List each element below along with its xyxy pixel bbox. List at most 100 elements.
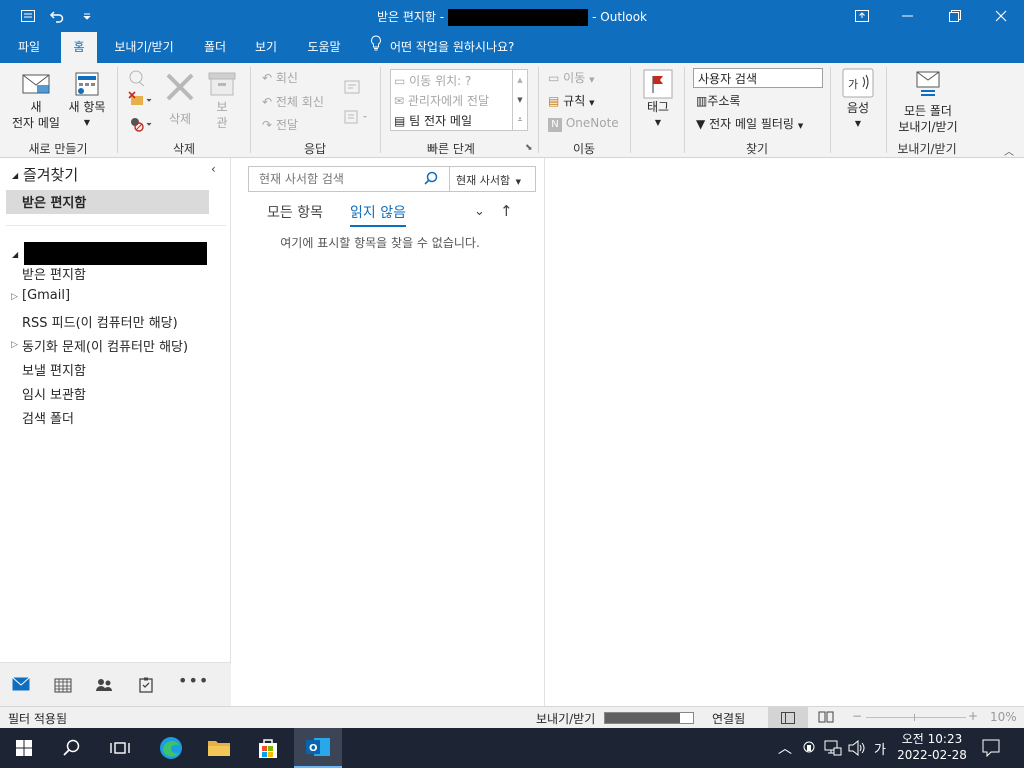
favorites-header[interactable]: ◢ 즐겨찾기: [12, 164, 78, 185]
rules-button[interactable]: ▤ 규칙 ▼: [548, 92, 594, 109]
ignore-icon[interactable]: [128, 69, 146, 90]
tab-send-receive[interactable]: 보내기/받기: [104, 32, 184, 63]
search-icon[interactable]: [424, 171, 438, 188]
calendar-icon[interactable]: [54, 677, 72, 693]
gallery-expand-icon[interactable]: ⩡: [513, 110, 527, 130]
send-receive-all-button[interactable]: 모든 폴더 보내기/받기: [892, 69, 964, 135]
delete-button[interactable]: 삭제: [160, 71, 200, 127]
folder-drafts[interactable]: 임시 보관함: [22, 384, 86, 403]
collapse-pane-icon[interactable]: ‹: [211, 162, 216, 176]
title-prefix: 받은 편지함 -: [376, 10, 445, 24]
address-book-button[interactable]: ▥주소록: [696, 92, 740, 109]
title-suffix: - Outlook: [592, 10, 648, 24]
filter-email-button[interactable]: ▼ 전자 메일 필터링 ▼: [696, 115, 803, 132]
tasks-icon[interactable]: [138, 677, 156, 693]
search-icon[interactable]: [48, 728, 96, 768]
start-windows-icon[interactable]: [0, 728, 48, 768]
touch-keyboard-icon[interactable]: [802, 740, 816, 759]
restore-button[interactable]: [932, 0, 978, 32]
reply-icon: ↶: [262, 71, 273, 85]
expand-gmail-icon[interactable]: ▷: [11, 292, 18, 302]
favorite-inbox[interactable]: 받은 편지함: [6, 190, 209, 214]
folder-outbox[interactable]: 보낼 편지함: [22, 360, 86, 379]
folder-inbox[interactable]: 받은 편지함: [22, 264, 86, 283]
sort-options-chevron-icon[interactable]: ⌄: [474, 204, 485, 219]
folder-gmail[interactable]: [Gmail]: [22, 288, 70, 303]
folder-inbox-label: 받은 편지함: [22, 268, 86, 283]
tell-me-text: 어떤 작업을 원하시나요?: [390, 40, 515, 54]
file-explorer-icon[interactable]: [195, 728, 243, 768]
quick-steps-scroll[interactable]: ▲ ▼ ⩡: [512, 70, 527, 130]
zoom-in-icon[interactable]: +: [968, 709, 978, 723]
send-receive-status[interactable]: 보내기/받기: [536, 710, 595, 727]
minimize-button[interactable]: [885, 0, 931, 32]
archive-button[interactable]: 보 관: [204, 71, 240, 131]
reply-all-button[interactable]: ↶ 전체 회신: [262, 93, 324, 110]
tags-button[interactable]: 태그 ▼: [638, 69, 678, 131]
zoom-level[interactable]: 10%: [990, 710, 1017, 724]
collapse-ribbon-icon[interactable]: ︿: [1004, 143, 1014, 158]
filter-applied-status[interactable]: 필터 적용됨: [8, 710, 67, 727]
reply-button[interactable]: ↶ 회신: [262, 69, 298, 86]
speech-button[interactable]: 가 음성 ▼: [838, 68, 878, 132]
tab-help[interactable]: 도움말: [298, 32, 350, 63]
tell-me-box[interactable]: 어떤 작업을 원하시나요?: [370, 32, 514, 63]
quick-step-manager[interactable]: ✉ 관리자에게 전달: [394, 92, 489, 109]
new-email-button[interactable]: 새 전자 메일: [8, 71, 64, 131]
search-people-input[interactable]: 사용자 검색: [693, 68, 823, 88]
svg-text:O: O: [309, 743, 318, 754]
tab-folder[interactable]: 폴더: [195, 32, 235, 63]
volume-icon[interactable]: [848, 739, 866, 759]
network-icon[interactable]: [824, 740, 842, 759]
folder-search[interactable]: 검색 폴더: [22, 408, 74, 427]
send-receive-icon: [892, 69, 964, 103]
onenote-button[interactable]: N OneNote: [548, 116, 619, 132]
search-scope-dropdown[interactable]: 현재 사서함 ▼: [449, 167, 535, 191]
input-method-indicator[interactable]: 가: [874, 739, 886, 758]
normal-view-icon[interactable]: [768, 707, 808, 728]
junk-icon[interactable]: [128, 115, 152, 136]
quick-step-move[interactable]: ▭ 이동 위치: ?: [394, 72, 471, 89]
search-input[interactable]: [249, 167, 419, 191]
expand-favorites-icon[interactable]: ◢: [12, 171, 18, 180]
more-apps-icon[interactable]: •••: [178, 671, 208, 690]
ribbon-display-options-button[interactable]: [839, 0, 885, 32]
more-respond-icon[interactable]: [344, 109, 370, 128]
task-view-icon[interactable]: [96, 728, 144, 768]
tags-label: 태그: [646, 100, 670, 114]
reading-view-icon[interactable]: [818, 710, 834, 727]
forward-button[interactable]: ↷ 전달: [262, 116, 298, 133]
zoom-slider[interactable]: [866, 714, 966, 721]
scroll-up-icon[interactable]: ▲: [513, 70, 527, 90]
quick-steps-launcher-icon[interactable]: ⬊: [525, 143, 533, 153]
people-icon[interactable]: [95, 677, 113, 693]
tab-unread[interactable]: 읽지 않음: [350, 202, 406, 227]
close-button[interactable]: [978, 0, 1024, 32]
show-hidden-icons-icon[interactable]: ︿: [778, 738, 792, 758]
move-button[interactable]: ▭ 이동 ▼: [548, 69, 594, 86]
outlook-taskbar-icon[interactable]: O: [294, 728, 342, 768]
expand-account-icon[interactable]: ◢: [12, 250, 18, 259]
folder-rss[interactable]: RSS 피드(이 컴퓨터만 해당): [22, 312, 178, 331]
store-icon[interactable]: [244, 728, 292, 768]
tab-file[interactable]: 파일: [6, 32, 52, 63]
cleanup-icon[interactable]: [128, 91, 152, 112]
folder-sync-issues[interactable]: 동기화 문제(이 컴퓨터만 해당): [22, 336, 188, 355]
new-items-button[interactable]: 새 항목 ▼: [64, 71, 110, 131]
tab-view[interactable]: 보기: [245, 32, 287, 63]
tab-all-items[interactable]: 모든 항목: [267, 202, 323, 222]
sort-direction-arrow-icon[interactable]: ↑: [500, 202, 513, 220]
clock-date[interactable]: 2022-02-28: [896, 748, 968, 762]
scroll-down-icon[interactable]: ▼: [513, 90, 527, 110]
account-header[interactable]: ◢: [12, 242, 207, 265]
clock-time[interactable]: 오전 10:23: [898, 730, 966, 747]
expand-sync-issues-icon[interactable]: ▷: [11, 340, 18, 350]
rules-caret-icon: ▼: [589, 99, 595, 107]
edge-browser-icon[interactable]: [147, 728, 195, 768]
notifications-icon[interactable]: [982, 739, 1000, 760]
meeting-icon[interactable]: [344, 79, 360, 98]
zoom-out-icon[interactable]: −: [852, 709, 862, 723]
mail-icon[interactable]: [12, 677, 30, 693]
tab-home[interactable]: 홈: [61, 32, 97, 63]
quick-step-team[interactable]: ▤ 팀 전자 메일: [394, 112, 472, 129]
